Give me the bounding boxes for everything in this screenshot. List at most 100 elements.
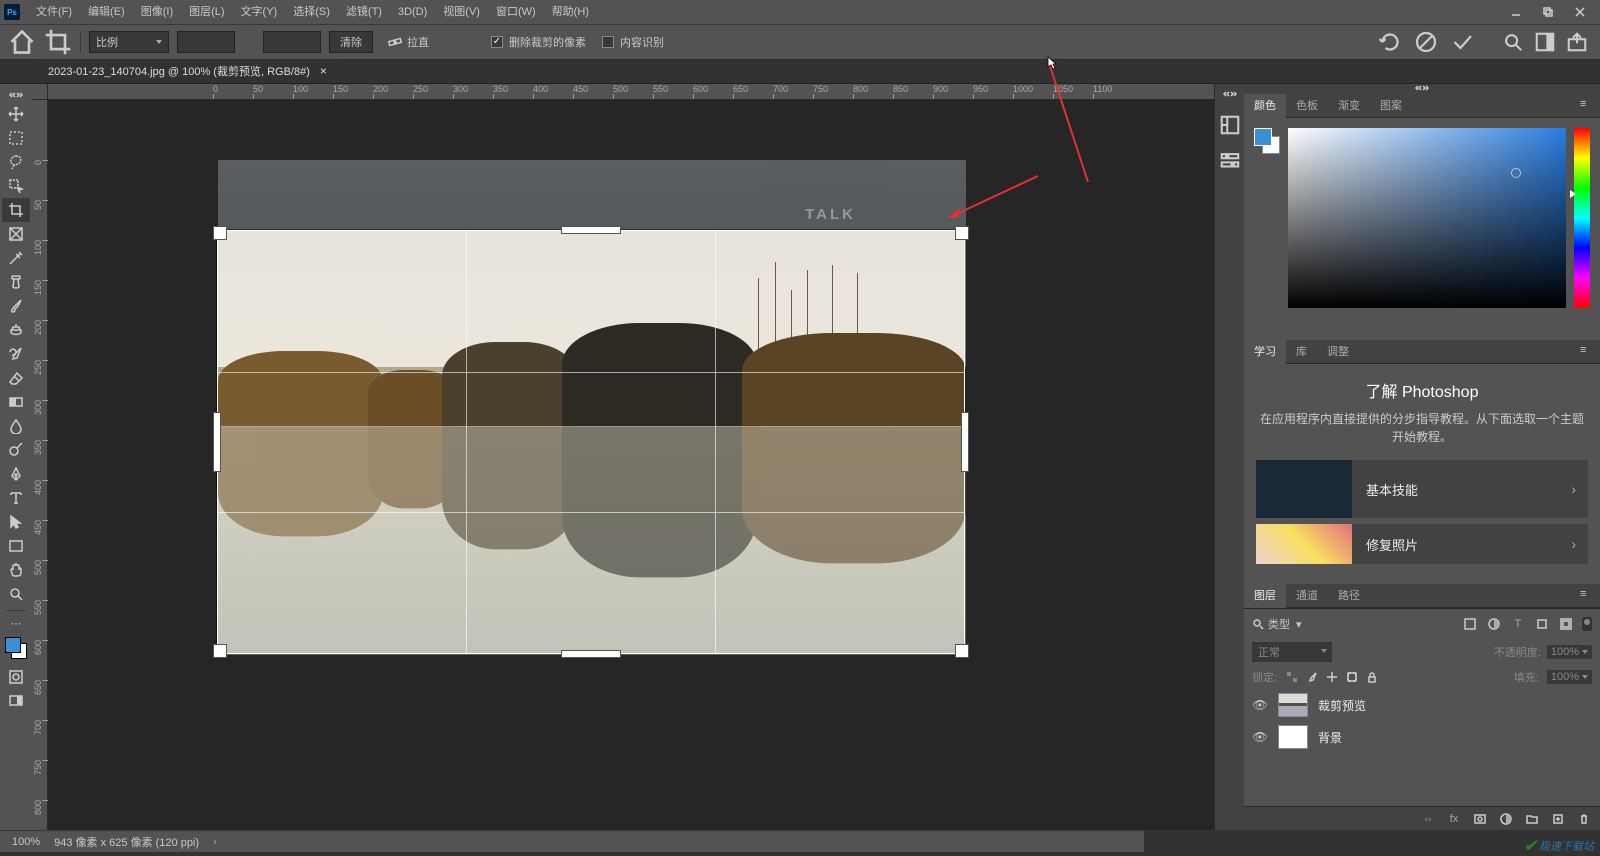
fill-input[interactable]: 100% [1547,670,1592,684]
filter-shape-icon[interactable] [1534,616,1550,632]
crop-handle-left[interactable] [213,412,221,472]
maximize-button[interactable] [1536,2,1560,22]
opacity-input[interactable]: 100% [1547,645,1592,659]
delete-cropped-checkbox[interactable]: 删除裁剪的像素 [491,34,586,50]
hue-marker[interactable] [1570,190,1576,198]
layer-name[interactable]: 背景 [1318,729,1342,746]
crop-tool[interactable] [2,198,30,222]
crop-bounding-box[interactable] [217,230,965,654]
document-dimensions[interactable]: 943 像素 x 625 像素 (120 ppi) [54,834,199,850]
edit-toolbar-button[interactable]: ⋯ [2,615,30,631]
crop-overlay-button[interactable] [443,31,455,53]
quick-select-tool[interactable] [2,174,30,198]
clone-stamp-tool[interactable] [2,318,30,342]
lasso-tool[interactable] [2,150,30,174]
close-icon[interactable]: × [320,64,327,78]
hue-slider[interactable] [1574,128,1590,308]
panel-menu-icon[interactable]: ≡ [1580,98,1596,114]
filter-smart-icon[interactable] [1558,616,1574,632]
brush-tool[interactable] [2,294,30,318]
canvas-area[interactable]: 0501001502002503003504004505005506006507… [32,84,1214,830]
tab-color[interactable]: 颜色 [1244,94,1286,118]
pen-tool[interactable] [2,462,30,486]
home-button[interactable] [8,28,36,56]
zoom-level[interactable]: 100% [12,836,40,848]
layer-name[interactable]: 裁剪预览 [1318,697,1366,714]
tab-libraries[interactable]: 库 [1286,340,1317,364]
healing-brush-tool[interactable] [2,270,30,294]
crop-width-input[interactable] [177,31,235,53]
crop-handle-tr[interactable] [955,226,969,240]
swap-dimensions-button[interactable] [243,31,255,53]
lock-all-icon[interactable] [1365,670,1379,684]
layer-filter-type[interactable]: 类型 ▾ [1252,616,1454,632]
tab-learn[interactable]: 学习 [1244,340,1286,364]
collapse-toolbar-icon[interactable] [2,88,30,102]
visibility-icon[interactable]: 👁 [1252,698,1268,712]
reset-crop-button[interactable] [1378,30,1402,54]
crop-handle-br[interactable] [955,644,969,658]
tab-pattern[interactable]: 图案 [1370,94,1412,118]
learn-item-basics[interactable]: 基本技能 › [1256,460,1588,518]
document-canvas[interactable]: TALK [218,160,966,655]
menu-filter[interactable]: 滤镜(T) [338,0,390,24]
properties-panel-icon[interactable] [1219,150,1241,172]
minimize-button[interactable] [1504,2,1528,22]
layer-thumbnail[interactable] [1278,725,1308,749]
search-button[interactable] [1502,31,1524,53]
color-field[interactable] [1288,128,1566,308]
menu-type[interactable]: 文字(Y) [233,0,286,24]
color-marker[interactable] [1511,168,1521,178]
menu-window[interactable]: 窗口(W) [488,0,544,24]
ruler-origin[interactable] [32,84,48,100]
filter-adjust-icon[interactable] [1486,616,1502,632]
crop-handle-bottom[interactable] [561,650,621,658]
horizontal-ruler[interactable]: 0501001502002503003504004505005506006507… [48,84,1214,100]
menu-select[interactable]: 选择(S) [285,0,338,24]
dodge-tool[interactable] [2,438,30,462]
color-swatch[interactable] [5,637,27,659]
color-swatch-mini[interactable] [1254,128,1280,154]
vertical-ruler[interactable]: 0501001502002503003504004505005506006507… [32,100,48,830]
commit-crop-button[interactable] [1450,30,1474,54]
layer-row-crop-preview[interactable]: 👁 裁剪预览 [1244,689,1600,721]
layer-mask-icon[interactable] [1472,811,1488,827]
lock-artboard-icon[interactable] [1345,670,1359,684]
crop-handle-tl[interactable] [213,226,227,240]
group-layers-icon[interactable] [1524,811,1540,827]
history-panel-icon[interactable] [1219,114,1241,136]
rectangle-tool[interactable] [2,534,30,558]
link-layers-icon[interactable]: ⇔ [1420,811,1436,827]
content-aware-checkbox[interactable]: 内容识别 [602,34,664,50]
workspace-button[interactable] [1534,31,1556,53]
crop-handle-top[interactable] [561,226,621,234]
blend-mode-dropdown[interactable]: 正常 [1252,642,1332,662]
layer-thumbnail[interactable] [1278,693,1308,717]
marquee-tool[interactable] [2,126,30,150]
menu-file[interactable]: 文件(F) [28,0,80,24]
filter-toggle[interactable] [1582,617,1592,631]
tab-gradient[interactable]: 渐变 [1328,94,1370,118]
lock-brush-icon[interactable] [1305,670,1319,684]
gradient-tool[interactable] [2,390,30,414]
document-tab[interactable]: 2023-01-23_140704.jpg @ 100% (裁剪预览, RGB/… [36,58,339,83]
move-tool[interactable] [2,102,30,126]
zoom-tool[interactable] [2,582,30,606]
eyedropper-tool[interactable] [2,246,30,270]
tab-channels[interactable]: 通道 [1286,584,1328,608]
new-layer-icon[interactable] [1550,811,1566,827]
crop-handle-right[interactable] [961,412,969,472]
menu-3d[interactable]: 3D(D) [390,0,435,24]
chevron-right-icon[interactable]: › [214,836,217,848]
crop-height-input[interactable] [263,31,321,53]
lock-pixels-icon[interactable] [1285,670,1299,684]
cancel-crop-button[interactable] [1414,30,1438,54]
menu-edit[interactable]: 编辑(E) [80,0,133,24]
learn-item-photofix[interactable]: 修复照片 › [1256,524,1588,564]
crop-tool-indicator[interactable] [44,28,72,56]
close-button[interactable] [1568,2,1592,22]
history-brush-tool[interactable] [2,342,30,366]
foreground-color[interactable] [5,637,21,653]
tab-adjustments[interactable]: 调整 [1317,340,1359,364]
layer-fx-icon[interactable]: fx [1446,811,1462,827]
